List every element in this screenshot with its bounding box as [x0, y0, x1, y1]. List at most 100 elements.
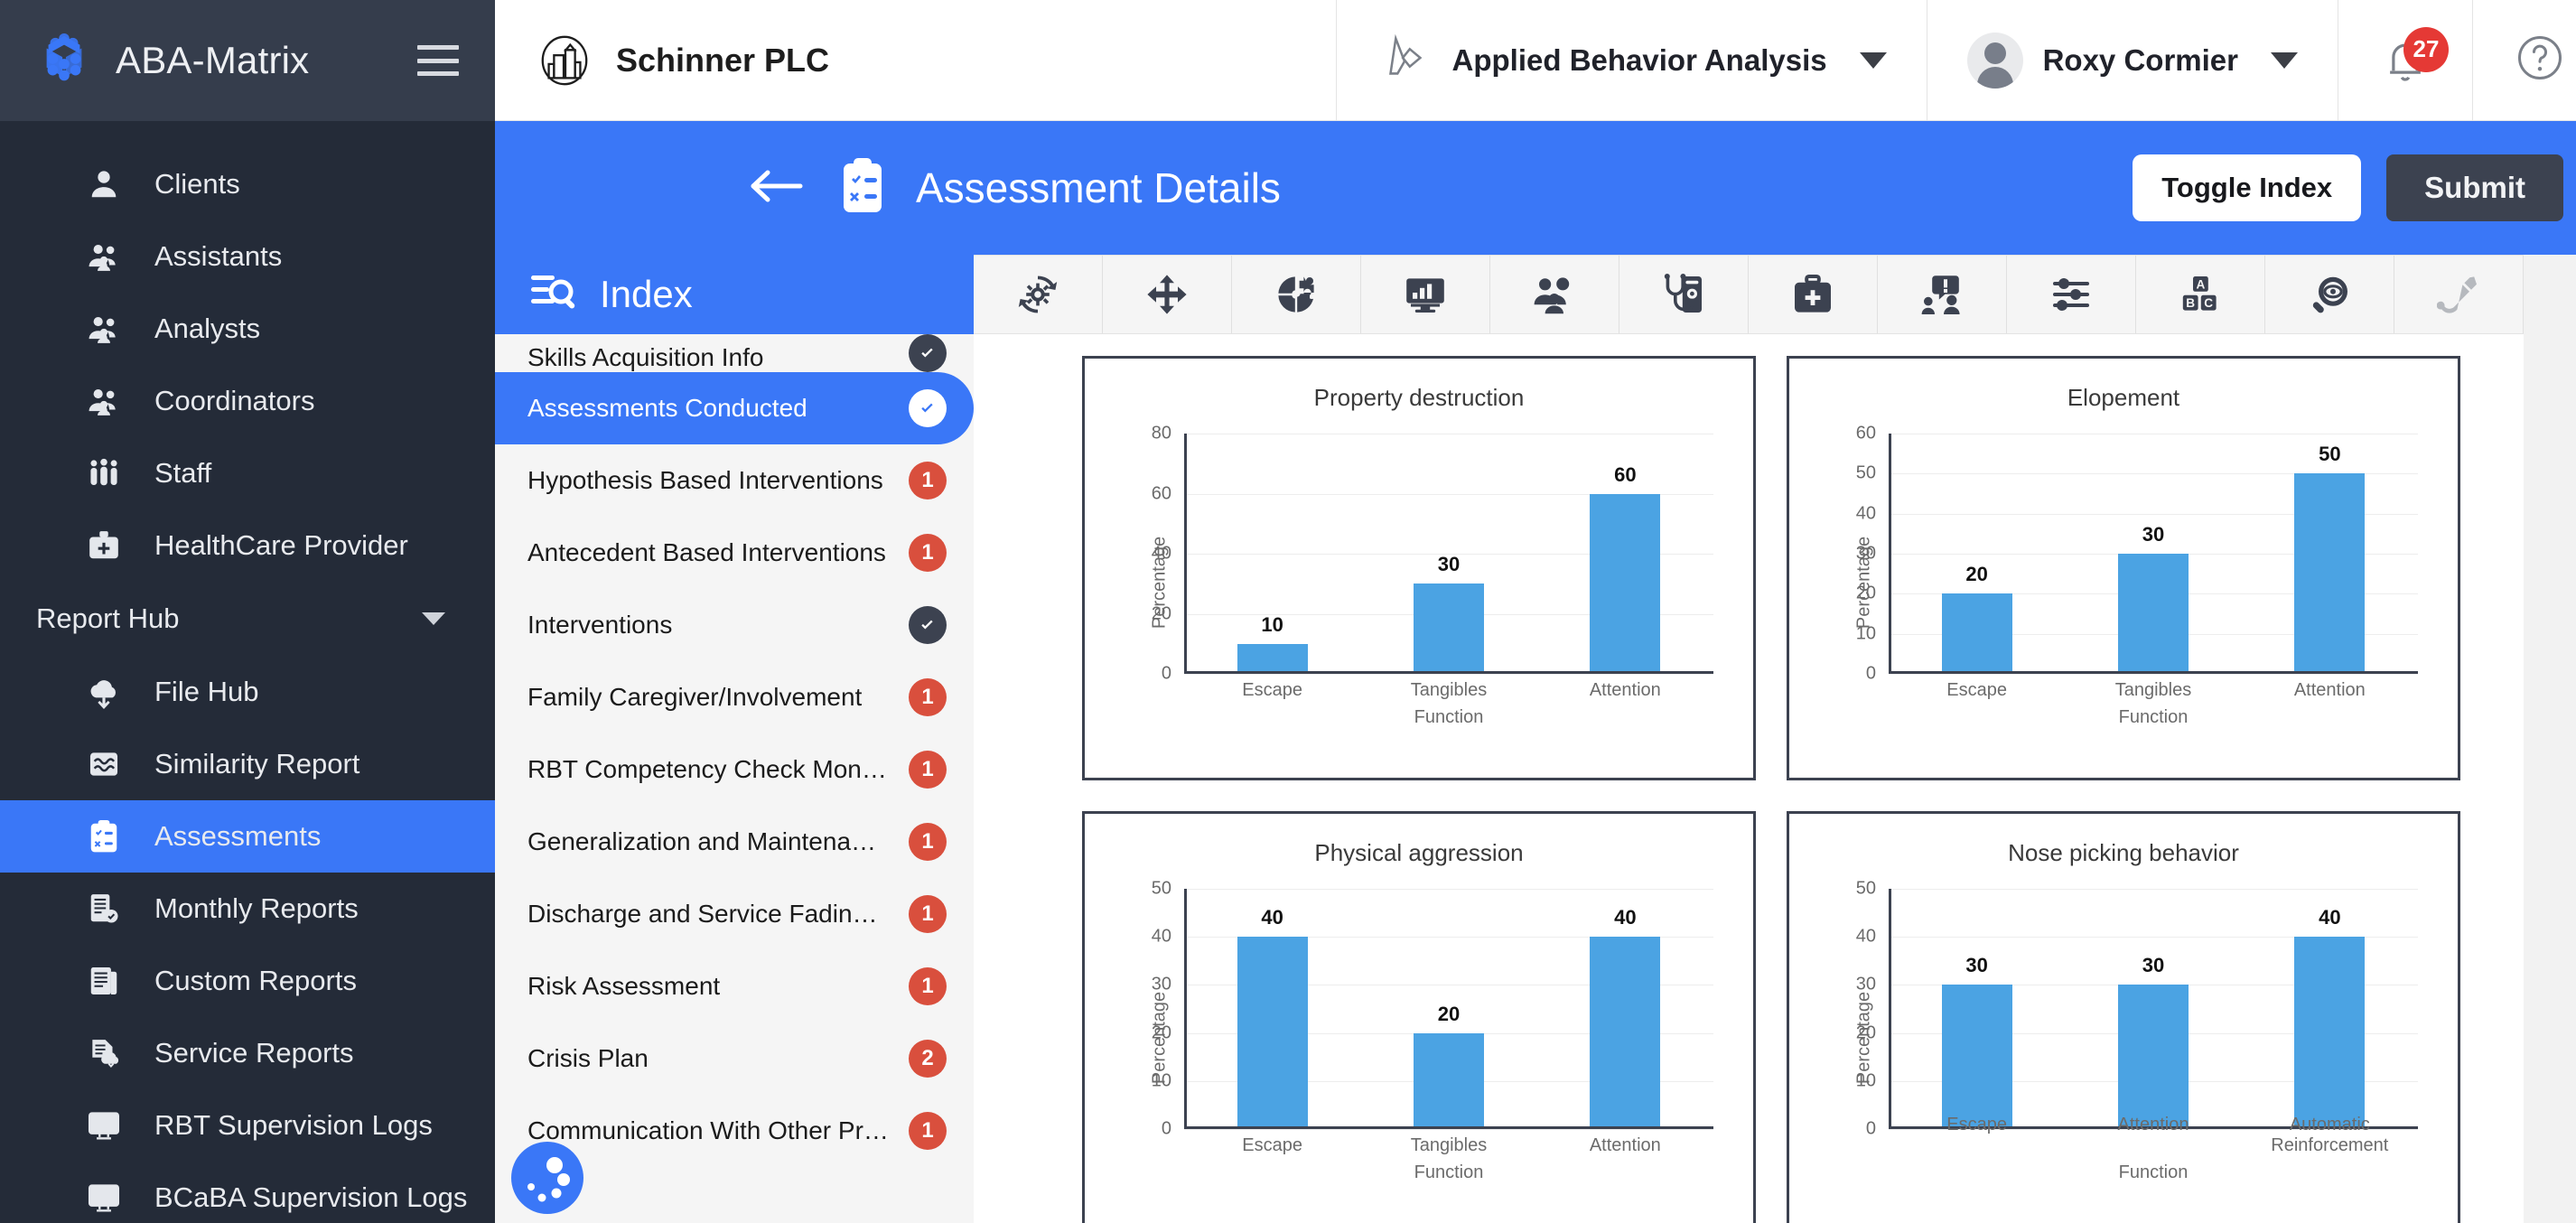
index-item[interactable]: Antecedent Based Interventions 1: [495, 517, 974, 589]
loading-dots-icon[interactable]: [511, 1142, 583, 1214]
chart-title: Elopement: [2067, 384, 2180, 411]
bar-value-label: 30: [1437, 553, 1461, 576]
sidebar-item-label: Similarity Report: [154, 748, 360, 780]
index-item[interactable]: Discharge and Service Fading Pl… 1: [495, 878, 974, 950]
index-item-check-icon: [909, 606, 947, 644]
sidebar-item-staff[interactable]: Staff: [0, 437, 495, 509]
toolbar-alert-people-icon[interactable]: [1878, 256, 2007, 333]
toolbar-sliders-icon[interactable]: [2007, 256, 2136, 333]
sidebar-item-label: HealthCare Provider: [154, 529, 408, 561]
page-title: Assessment Details: [916, 164, 1281, 211]
sidebar-item-analysts[interactable]: Analysts: [0, 293, 495, 365]
help-button[interactable]: [2472, 0, 2576, 121]
index-item[interactable]: Crisis Plan 2: [495, 1022, 974, 1095]
bars: 30 30 40: [1889, 889, 2418, 1129]
sidebar-section-report-hub[interactable]: Report Hub: [0, 582, 495, 656]
medical-bag-icon: [86, 527, 122, 564]
page-header: Assessment Details Toggle Index Submit: [495, 121, 2576, 255]
bar: [1413, 1032, 1484, 1129]
sidebar-item-rbt-supervision-logs[interactable]: RBT Supervision Logs: [0, 1089, 495, 1162]
toolbar-puzzle-icon[interactable]: [1232, 256, 1361, 333]
sidebar-item-service-reports[interactable]: Service Reports: [0, 1017, 495, 1089]
index-item[interactable]: RBT Competency Check Monitor… 1: [495, 733, 974, 806]
sidebar-item-label: Analysts: [154, 313, 261, 344]
index-item[interactable]: Risk Assessment 1: [495, 950, 974, 1022]
bar-group: 30: [1889, 889, 2065, 1129]
avatar: [1966, 32, 2023, 89]
index-item-label: Antecedent Based Interventions: [527, 538, 886, 566]
sidebar-item-monthly-reports[interactable]: Monthly Reports: [0, 873, 495, 945]
index-item-label: RBT Competency Check Monitor…: [527, 755, 889, 783]
index-heading: Index: [600, 273, 693, 315]
x-tick-label: Automatic Reinforcement: [2271, 1115, 2389, 1155]
sidebar-item-assistants[interactable]: Assistants: [0, 220, 495, 293]
toolbar-group-people-icon[interactable]: [1490, 256, 1619, 333]
document-lines-icon: [86, 963, 122, 999]
sidebar-item-custom-reports[interactable]: Custom Reports: [0, 945, 495, 1017]
index-item[interactable]: Skills Acquisition Info: [495, 334, 974, 372]
section-icon-toolbar: ABC: [974, 255, 2524, 334]
toolbar-monitor-bar-chart-icon[interactable]: [1361, 256, 1490, 333]
back-arrow-icon[interactable]: [748, 167, 804, 210]
x-axis: [1184, 671, 1713, 674]
toolbar-stethoscope-phone-icon[interactable]: [1619, 256, 1749, 333]
right-rail: [2524, 255, 2576, 1223]
sidebar-item-label: Clients: [154, 168, 240, 200]
index-item-label: Interventions: [527, 611, 673, 639]
index-item[interactable]: Family Caregiver/Involvement 1: [495, 661, 974, 733]
program-selector[interactable]: Applied Behavior Analysis: [1335, 0, 1927, 121]
index-item-label: Generalization and Maintenance: [527, 827, 889, 855]
index-item[interactable]: Generalization and Maintenance 1: [495, 806, 974, 878]
sidebar-item-healthcare-provider[interactable]: HealthCare Provider: [0, 509, 495, 582]
bar-group: 40: [2242, 889, 2418, 1129]
toolbar-move-arrows-icon[interactable]: [1103, 256, 1232, 333]
svg-text:A: A: [2196, 277, 2205, 291]
charts-grid: Property destruction Percentage 0 20 40 60 80 1…: [974, 334, 2524, 1223]
index-item-count-badge: 2: [909, 1040, 947, 1078]
user-menu[interactable]: Roxy Cormier: [1926, 0, 2338, 121]
sidebar-item-assessments[interactable]: Assessments: [0, 800, 495, 873]
chevron-down-icon: [2271, 51, 2298, 69]
bar-group: 30: [1360, 434, 1536, 674]
toolbar-gear-refresh-icon[interactable]: [974, 256, 1103, 333]
sidebar-item-label: BCaBA Supervision Logs: [154, 1181, 468, 1213]
sidebar-item-file-hub[interactable]: File Hub: [0, 656, 495, 728]
notifications-button[interactable]: 27: [2338, 0, 2472, 121]
content-area: ABC Property destruction Percentage 0 20 40 6…: [974, 255, 2576, 1223]
toolbar-abc-blocks-icon[interactable]: ABC: [2136, 256, 2265, 333]
x-tick-labels: Escape Tangibles Attention: [1184, 680, 1713, 701]
sidebar-item-bcaba-supervision-logs[interactable]: BCaBA Supervision Logs: [0, 1162, 495, 1223]
toggle-index-button[interactable]: Toggle Index: [2133, 154, 2362, 221]
index-item[interactable]: Assessments Conducted: [495, 372, 974, 444]
index-item-count-badge: 1: [909, 534, 947, 572]
index-item[interactable]: Interventions: [495, 589, 974, 661]
submit-button[interactable]: Submit: [2386, 154, 2563, 221]
bar-value-label: 20: [1437, 1002, 1461, 1025]
toolbar-magnify-eye-icon[interactable]: [2265, 256, 2394, 333]
monitor-chart-icon: [86, 1180, 122, 1216]
x-axis: [1889, 671, 2418, 674]
toolbar-pen-nib-icon[interactable]: [2394, 256, 2524, 333]
toolbar-first-aid-kit-icon[interactable]: [1749, 256, 1878, 333]
plot-area: Percentage 0 10 20 30 40 50 30 30 40 Escape Attenti…: [1822, 879, 2425, 1187]
axes: 0 10 20 30 40 50 30 30 40: [1856, 879, 2418, 1139]
bar-value-label: 30: [2142, 523, 2165, 546]
bar-group: 20: [1360, 889, 1536, 1129]
index-item[interactable]: Hypothesis Based Interventions 1: [495, 444, 974, 517]
charts-scroll-region[interactable]: Property destruction Percentage 0 20 40 60 80 1…: [974, 334, 2524, 1223]
sidebar-item-label: File Hub: [154, 676, 259, 707]
index-item-label: Family Caregiver/Involvement: [527, 683, 863, 711]
users-icon: [86, 383, 122, 419]
program-label: Applied Behavior Analysis: [1451, 42, 1827, 77]
program-logo-icon: [1377, 30, 1433, 90]
sidebar-item-similarity-report[interactable]: Similarity Report: [0, 728, 495, 800]
sidebar-item-clients[interactable]: Clients: [0, 148, 495, 220]
bar: [2294, 473, 2366, 674]
chart-card: Elopement Percentage 0 10 20 30 40 50 60 20 30 50 Es…: [1787, 356, 2460, 780]
hamburger-icon[interactable]: [417, 45, 459, 76]
bar: [1237, 643, 1308, 674]
x-axis-label: Function: [2118, 1162, 2189, 1182]
bell-icon: 27: [2378, 26, 2449, 89]
sidebar-item-coordinators[interactable]: Coordinators: [0, 365, 495, 437]
bar-group: 50: [2242, 434, 2418, 674]
